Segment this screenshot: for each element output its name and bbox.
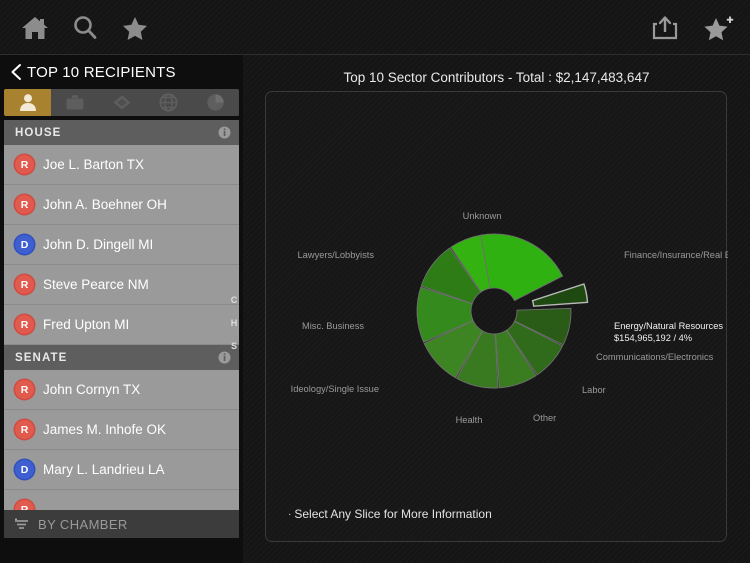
- list-item[interactable]: R Joe L. Barton TX: [4, 145, 239, 185]
- pie-slice-label: Labor: [582, 385, 606, 395]
- pie-slice-label: Other: [533, 413, 556, 423]
- party-badge: D: [15, 235, 34, 254]
- by-chamber-label: BY CHAMBER: [38, 516, 128, 532]
- party-badge: R: [15, 195, 34, 214]
- sector-donut-chart[interactable]: Finance/Insurance/Real Estate Communicati…: [266, 92, 728, 543]
- recipient-name: Steve Pearce NM: [43, 277, 149, 292]
- sidebar: TOP 10 RECIPIENTS HOUSE R Joe L. Barton …: [0, 55, 243, 563]
- tab-person[interactable]: [4, 89, 51, 116]
- chart-title: Top 10 Sector Contributors - Total : $2,…: [343, 70, 650, 85]
- recipient-name: John D. Dingell MI: [43, 237, 154, 252]
- recipient-name: John Cornyn TX: [43, 382, 141, 397]
- info-icon[interactable]: [218, 351, 231, 364]
- briefcase-icon: [66, 95, 83, 110]
- hint-text: Select Any Slice for More Information: [294, 507, 492, 521]
- tab-chart[interactable]: [192, 89, 239, 116]
- panel-hint: · Select Any Slice for More Information: [288, 507, 492, 521]
- party-badge: R: [15, 275, 34, 294]
- recipient-name: Fred Upton MI: [43, 317, 130, 332]
- list-item[interactable]: D Mary L. Landrieu LA: [4, 450, 239, 490]
- section-title: SENATE: [15, 351, 68, 364]
- breadcrumb[interactable]: TOP 10 RECIPIENTS: [0, 55, 243, 89]
- tab-industry[interactable]: [51, 89, 98, 116]
- chart-panel: Finance/Insurance/Real Estate Communicati…: [265, 91, 728, 543]
- by-chamber-button[interactable]: BY CHAMBER: [4, 510, 239, 538]
- search-icon[interactable]: [68, 12, 102, 44]
- sidebar-tab-bar: [4, 89, 239, 116]
- toolbar-right-group: [648, 12, 736, 44]
- tab-global[interactable]: [145, 89, 192, 116]
- list-item[interactable]: R Fred Upton MI: [4, 305, 239, 345]
- person-icon: [19, 94, 36, 111]
- recipient-name: James M. Inhofe OK: [43, 422, 167, 437]
- recipient-name: Mary L. Landrieu LA: [43, 462, 165, 477]
- hint-bullet: ·: [288, 509, 292, 521]
- tab-money[interactable]: [98, 89, 145, 116]
- pie-slice-label: Ideology/Single Issue: [291, 384, 379, 394]
- pie-slice-label: Communications/Electronics: [596, 352, 714, 362]
- party-badge: R: [15, 420, 34, 439]
- pie-slices[interactable]: [416, 233, 589, 389]
- pie-chart-icon: [207, 94, 224, 111]
- index-letter[interactable]: S: [231, 341, 237, 351]
- share-icon[interactable]: [648, 12, 682, 44]
- info-icon[interactable]: [218, 126, 231, 139]
- pie-slice-label: Finance/Insurance/Real Estate: [624, 250, 728, 260]
- app-window: TOP 10 RECIPIENTS HOUSE R Joe L. Barton …: [0, 0, 750, 563]
- star-plus-icon[interactable]: [702, 12, 736, 44]
- star-icon[interactable]: [118, 12, 152, 44]
- sort-filter-icon: [15, 518, 28, 529]
- top-toolbar: [0, 0, 750, 55]
- section-header-house: HOUSE: [4, 120, 239, 145]
- recipient-name: John A. Boehner OH: [43, 197, 167, 212]
- globe-icon: [159, 93, 178, 112]
- alphabet-index[interactable]: C H S: [227, 295, 241, 351]
- selected-slice-label: Energy/Natural Resources: [614, 321, 723, 331]
- back-chevron-icon[interactable]: [10, 63, 22, 81]
- list-item[interactable]: R Steve Pearce NM: [4, 265, 239, 305]
- index-letter[interactable]: H: [231, 318, 238, 328]
- pie-slice-label: Misc. Business: [302, 321, 364, 331]
- pie-slice-label: Lawyers/Lobbyists: [298, 250, 375, 260]
- home-icon[interactable]: [18, 12, 52, 44]
- money-icon: [113, 95, 130, 110]
- page-title: TOP 10 RECIPIENTS: [27, 63, 176, 81]
- pie-slice-label: Unknown: [463, 211, 502, 221]
- index-letter[interactable]: C: [231, 295, 238, 305]
- party-badge: R: [15, 155, 34, 174]
- list-item[interactable]: R James M. Inhofe OK: [4, 410, 239, 450]
- selected-slice-value: $154,965,192 / 4%: [614, 333, 692, 343]
- party-badge: R: [15, 380, 34, 399]
- party-badge: R: [15, 315, 34, 334]
- pie-slice[interactable]: [480, 233, 564, 302]
- section-title: HOUSE: [15, 126, 62, 139]
- toolbar-left-group: [18, 12, 152, 44]
- list-item[interactable]: R John Cornyn TX: [4, 370, 239, 410]
- list-item[interactable]: D John D. Dingell MI: [4, 225, 239, 265]
- party-badge: D: [15, 460, 34, 479]
- recipient-list[interactable]: HOUSE R Joe L. Barton TX R John A. Boehn…: [4, 120, 239, 532]
- pie-slice-label: Health: [456, 415, 483, 425]
- section-header-senate: SENATE: [4, 345, 239, 370]
- recipient-name: Joe L. Barton TX: [43, 157, 145, 172]
- list-item[interactable]: R John A. Boehner OH: [4, 185, 239, 225]
